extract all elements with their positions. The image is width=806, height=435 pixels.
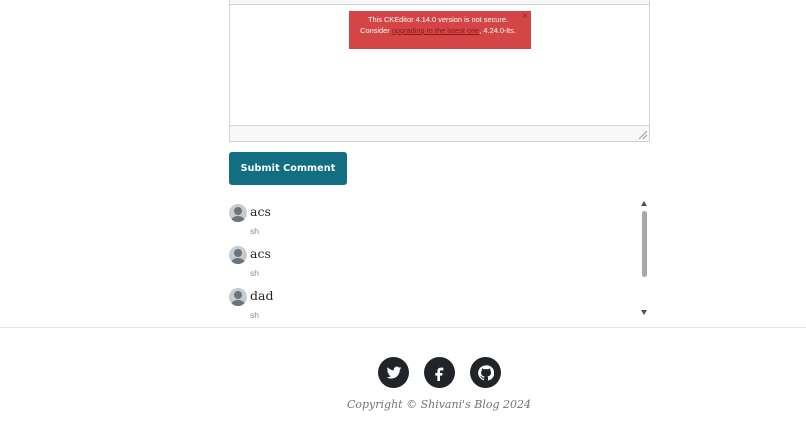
list-item: acs sh xyxy=(229,199,629,239)
submit-comment-button[interactable]: Submit Comment xyxy=(229,152,347,185)
security-warning-notification: × This CKEditor 4.14.0 version is not se… xyxy=(349,11,531,49)
user-avatar-icon xyxy=(229,288,247,306)
comment-author: dad xyxy=(250,288,274,303)
scroll-down-arrow-icon[interactable] xyxy=(641,310,647,315)
warning-version-text: , 4.24.0-lts. xyxy=(479,26,516,35)
editor-status-bar xyxy=(230,125,649,141)
twitter-icon xyxy=(386,366,401,379)
comment-text: sh xyxy=(250,310,259,319)
comment-author: acs xyxy=(250,204,271,219)
list-item: dad sh xyxy=(229,283,629,319)
copyright-text: Copyright © Shivani's Blog 2024 xyxy=(346,398,532,411)
list-item: acs sh xyxy=(229,241,629,281)
user-avatar-icon xyxy=(229,204,247,222)
comment-text: sh xyxy=(250,268,259,278)
warning-line-2: Consider upgrading to the latest one, 4.… xyxy=(359,25,517,36)
facebook-icon xyxy=(434,367,443,381)
github-icon xyxy=(477,364,494,380)
comment-author: acs xyxy=(250,246,271,261)
facebook-link[interactable] xyxy=(424,357,455,388)
scroll-up-arrow-icon[interactable] xyxy=(641,201,647,206)
comments-list[interactable]: acs sh acs sh dad sh xyxy=(229,199,650,319)
user-avatar-icon xyxy=(229,246,247,264)
twitter-link[interactable] xyxy=(378,357,409,388)
github-link[interactable] xyxy=(470,357,501,388)
comments-scrollbar[interactable] xyxy=(640,199,649,317)
scrollbar-thumb[interactable] xyxy=(642,211,647,277)
resize-handle-icon[interactable] xyxy=(639,131,647,139)
upgrade-link[interactable]: upgrading to the latest one xyxy=(392,26,480,35)
warning-line-1: This CKEditor 4.14.0 version is not secu… xyxy=(367,15,509,24)
footer-divider xyxy=(0,327,806,328)
close-icon[interactable]: × xyxy=(522,12,528,22)
comment-editor[interactable]: × This CKEditor 4.14.0 version is not se… xyxy=(229,0,650,142)
warning-consider-text: Consider xyxy=(360,26,392,35)
comment-text: sh xyxy=(250,226,259,236)
